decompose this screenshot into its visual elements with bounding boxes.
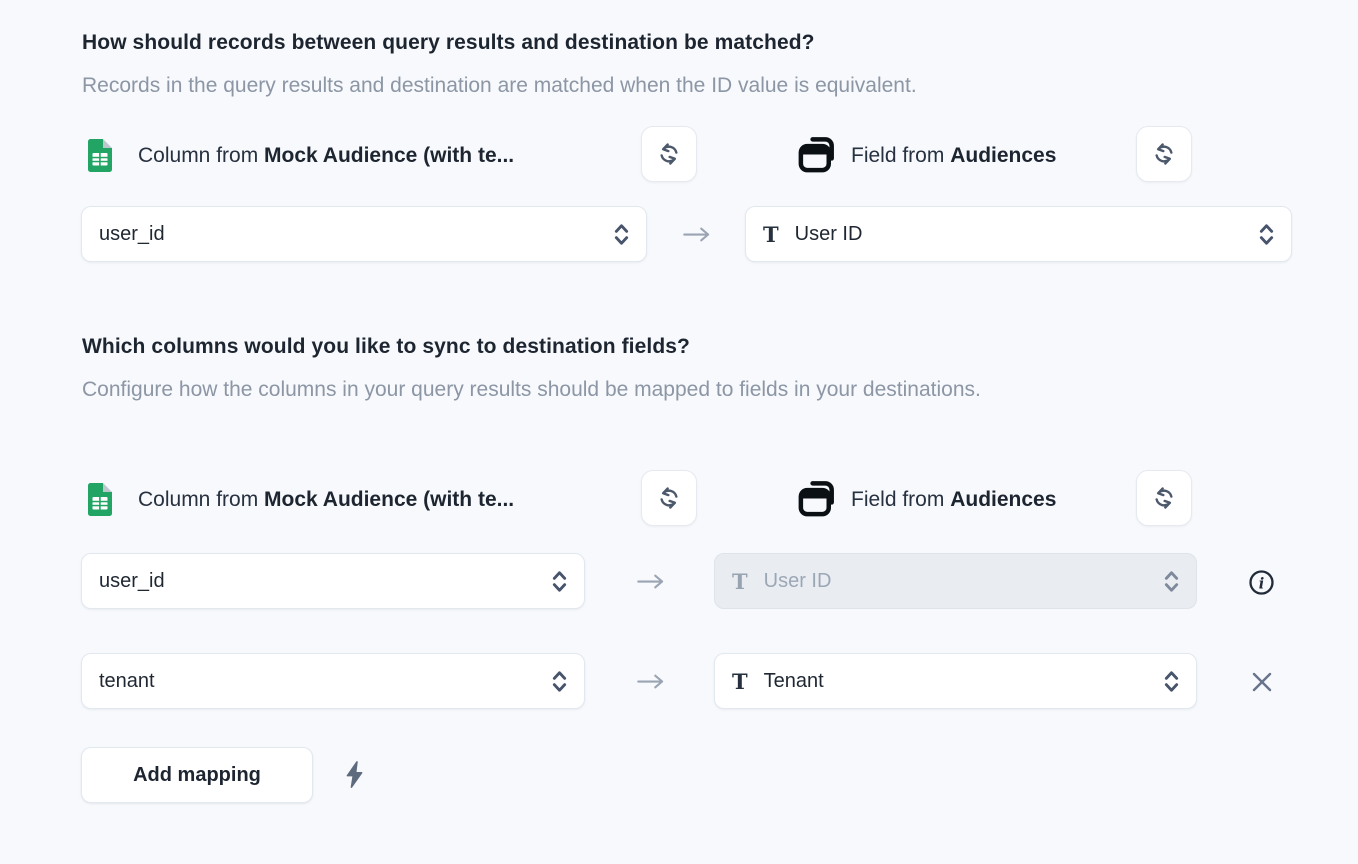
refresh-source-columns-button[interactable]: [641, 470, 697, 526]
sync-section-description: Configure how the columns in your query …: [82, 370, 1127, 410]
destination-field-header: Field from Audiences: [851, 141, 1056, 171]
text-type-icon: T: [763, 222, 779, 247]
up-down-chevrons-icon: [551, 669, 568, 694]
source-column-header: Column from Mock Audience (with te...: [138, 485, 514, 515]
arrow-right-icon: [636, 673, 666, 690]
refresh-arrows-icon: [1151, 485, 1177, 511]
match-section-title: How should records between query results…: [82, 31, 815, 55]
window-stack-icon: [795, 475, 840, 525]
destination-header-name: Audiences: [950, 488, 1056, 511]
source-header-name: Mock Audience (with te...: [264, 144, 514, 167]
text-type-icon: T: [732, 569, 748, 594]
destination-field-header: Field from Audiences: [851, 485, 1056, 515]
source-column-header: Column from Mock Audience (with te...: [138, 141, 514, 171]
close-x-icon: [1248, 668, 1276, 696]
sync-row-source-value: user_id: [99, 570, 165, 593]
arrow-right-icon: [682, 226, 712, 243]
remove-mapping-button[interactable]: [1248, 668, 1276, 696]
suggest-mappings-button[interactable]: [343, 760, 366, 789]
match-section-description: Records in the query results and destina…: [82, 66, 1182, 106]
sync-row-destination-select-disabled: T User ID: [714, 553, 1197, 609]
add-mapping-button[interactable]: Add mapping: [81, 747, 313, 803]
match-source-column-select[interactable]: user_id: [81, 206, 647, 262]
destination-header-prefix: Field from: [851, 144, 944, 167]
up-down-chevrons-icon: [1163, 569, 1180, 594]
arrow-right-icon: [636, 573, 666, 590]
source-header-prefix: Column from: [138, 144, 258, 167]
sync-row-source-value: tenant: [99, 670, 155, 693]
field-mapping-panel: How should records between query results…: [0, 0, 1358, 864]
refresh-source-columns-button[interactable]: [641, 126, 697, 182]
text-type-icon: T: [732, 669, 748, 694]
refresh-destination-fields-button[interactable]: [1136, 126, 1192, 182]
up-down-chevrons-icon: [613, 222, 630, 247]
sync-row-destination-value: Tenant: [764, 670, 824, 693]
add-mapping-label: Add mapping: [133, 764, 261, 787]
refresh-destination-fields-button[interactable]: [1136, 470, 1192, 526]
match-destination-field-select[interactable]: T User ID: [745, 206, 1292, 262]
up-down-chevrons-icon: [1258, 222, 1275, 247]
refresh-arrows-icon: [656, 485, 682, 511]
info-circle-icon: i: [1248, 569, 1275, 596]
google-sheets-icon: [88, 139, 112, 177]
match-destination-field-value: User ID: [795, 223, 863, 246]
sync-section-title: Which columns would you like to sync to …: [82, 335, 690, 359]
destination-header-name: Audiences: [950, 144, 1056, 167]
sync-row-destination-value: User ID: [764, 570, 832, 593]
locked-mapping-info-button[interactable]: i: [1248, 569, 1275, 596]
match-source-column-value: user_id: [99, 223, 165, 246]
google-sheets-icon: [88, 483, 112, 521]
source-header-name: Mock Audience (with te...: [264, 488, 514, 511]
refresh-arrows-icon: [1151, 141, 1177, 167]
sync-row-destination-select[interactable]: T Tenant: [714, 653, 1197, 709]
sync-row-source-select[interactable]: tenant: [81, 653, 585, 709]
up-down-chevrons-icon: [551, 569, 568, 594]
destination-header-prefix: Field from: [851, 488, 944, 511]
window-stack-icon: [795, 131, 840, 181]
source-header-prefix: Column from: [138, 488, 258, 511]
refresh-arrows-icon: [656, 141, 682, 167]
svg-text:i: i: [1259, 575, 1265, 592]
up-down-chevrons-icon: [1163, 669, 1180, 694]
sync-row-source-select[interactable]: user_id: [81, 553, 585, 609]
lightning-bolt-icon: [343, 760, 366, 789]
